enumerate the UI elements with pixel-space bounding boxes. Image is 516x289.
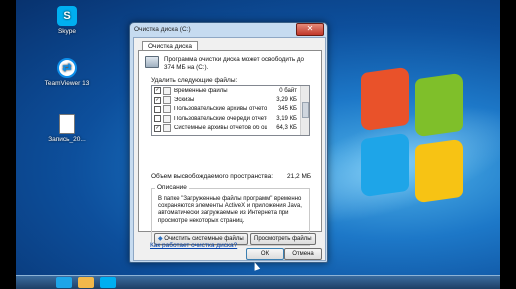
total-space-label: Объем высвобождаемого пространства: bbox=[151, 173, 274, 180]
close-icon: ✕ bbox=[306, 24, 314, 33]
file-name: Временные файлы bbox=[174, 87, 228, 94]
file-icon bbox=[163, 114, 171, 123]
file-name: Пользовательские очереди отчетов ... bbox=[174, 115, 267, 122]
list-item[interactable]: ✓ Системные архивы отчетов об ошиб... 64… bbox=[152, 124, 309, 133]
list-item[interactable]: ✓ Эскизы 3,29 КБ bbox=[152, 95, 309, 105]
checkbox[interactable]: ✓ bbox=[154, 96, 161, 104]
file-name: Системные архивы отчетов об ошиб... bbox=[174, 125, 267, 132]
disk-cleanup-window: Очистка диска (C:) ✕ Очистка диска Прогр… bbox=[129, 22, 328, 263]
desktop-icon-teamviewer[interactable]: ⇄ TeamViewer 13 bbox=[44, 58, 90, 88]
summary-text: Программа очистки диска может освободить… bbox=[164, 56, 305, 71]
checkbox[interactable]: ✓ bbox=[154, 87, 161, 95]
left-black-bar bbox=[0, 0, 16, 289]
file-name: Пользовательские архивы отчетов ... bbox=[174, 106, 267, 113]
file-size: 0 байт bbox=[279, 87, 297, 94]
checkbox[interactable] bbox=[154, 105, 161, 113]
file-icon bbox=[163, 96, 171, 105]
tab-panel: Программа очистки диска может освободить… bbox=[138, 50, 322, 246]
summary-row: Программа очистки диска может освободить… bbox=[145, 56, 315, 71]
ok-button[interactable]: ОК bbox=[246, 248, 284, 260]
description-text: В папке "Загруженные файлы программ" вре… bbox=[158, 196, 302, 224]
windows-logo-wallpaper bbox=[361, 66, 471, 220]
window-client: Очистка диска Программа очистки диска мо… bbox=[133, 37, 326, 261]
cancel-button[interactable]: Отмена bbox=[284, 248, 322, 260]
right-black-bar bbox=[500, 0, 516, 289]
window-title: Очистка диска (C:) bbox=[134, 26, 191, 33]
desktop-icon-skype[interactable]: S Skype bbox=[44, 6, 90, 36]
view-files-button[interactable]: Просмотреть файлы bbox=[250, 233, 316, 245]
list-item[interactable]: ✓ Временные файлы 0 байт bbox=[152, 86, 309, 95]
file-name: Эскизы bbox=[174, 97, 195, 104]
file-icon bbox=[163, 86, 171, 95]
file-size: 3,29 КБ bbox=[276, 97, 297, 104]
document-icon bbox=[59, 114, 75, 134]
window-titlebar[interactable]: Очистка диска (C:) ✕ bbox=[130, 23, 327, 36]
taskbar-app[interactable] bbox=[100, 277, 116, 288]
description-title: Описание bbox=[155, 184, 189, 191]
list-item[interactable]: Пользовательские очереди отчетов ... 3,1… bbox=[152, 114, 309, 123]
file-icon bbox=[163, 105, 171, 114]
file-size: 345 КБ bbox=[277, 106, 297, 113]
files-list[interactable]: ✓ Временные файлы 0 байт ✓ Эскизы 3,29 К… bbox=[151, 85, 310, 136]
drive-icon bbox=[145, 56, 159, 68]
delete-files-label: Удалить следующие файлы: bbox=[151, 77, 238, 84]
desktop-icon-recording[interactable]: Запись_20... bbox=[44, 114, 90, 144]
desktop-icon-label: Запись_20... bbox=[48, 136, 86, 143]
list-scrollbar[interactable] bbox=[300, 86, 309, 135]
file-size: 64,3 КБ bbox=[276, 125, 297, 132]
file-size: 3,19 КБ bbox=[276, 115, 297, 122]
total-space-value: 21,2 МБ bbox=[287, 173, 312, 180]
teamviewer-icon: ⇄ bbox=[57, 58, 77, 78]
taskbar-app[interactable] bbox=[78, 277, 94, 288]
checkbox[interactable]: ✓ bbox=[154, 124, 161, 132]
skype-icon: S bbox=[57, 6, 77, 26]
taskbar bbox=[16, 275, 500, 289]
checkbox[interactable] bbox=[154, 115, 161, 123]
desktop-icon-label: Skype bbox=[57, 28, 77, 35]
list-item[interactable]: Пользовательские архивы отчетов ... 345 … bbox=[152, 105, 309, 114]
desktop-icon-label: TeamViewer 13 bbox=[44, 80, 90, 87]
file-icon bbox=[163, 124, 171, 133]
close-button[interactable]: ✕ bbox=[296, 23, 324, 36]
taskbar-app[interactable] bbox=[56, 277, 72, 288]
help-link[interactable]: Как работает очистка диска? bbox=[150, 242, 237, 249]
